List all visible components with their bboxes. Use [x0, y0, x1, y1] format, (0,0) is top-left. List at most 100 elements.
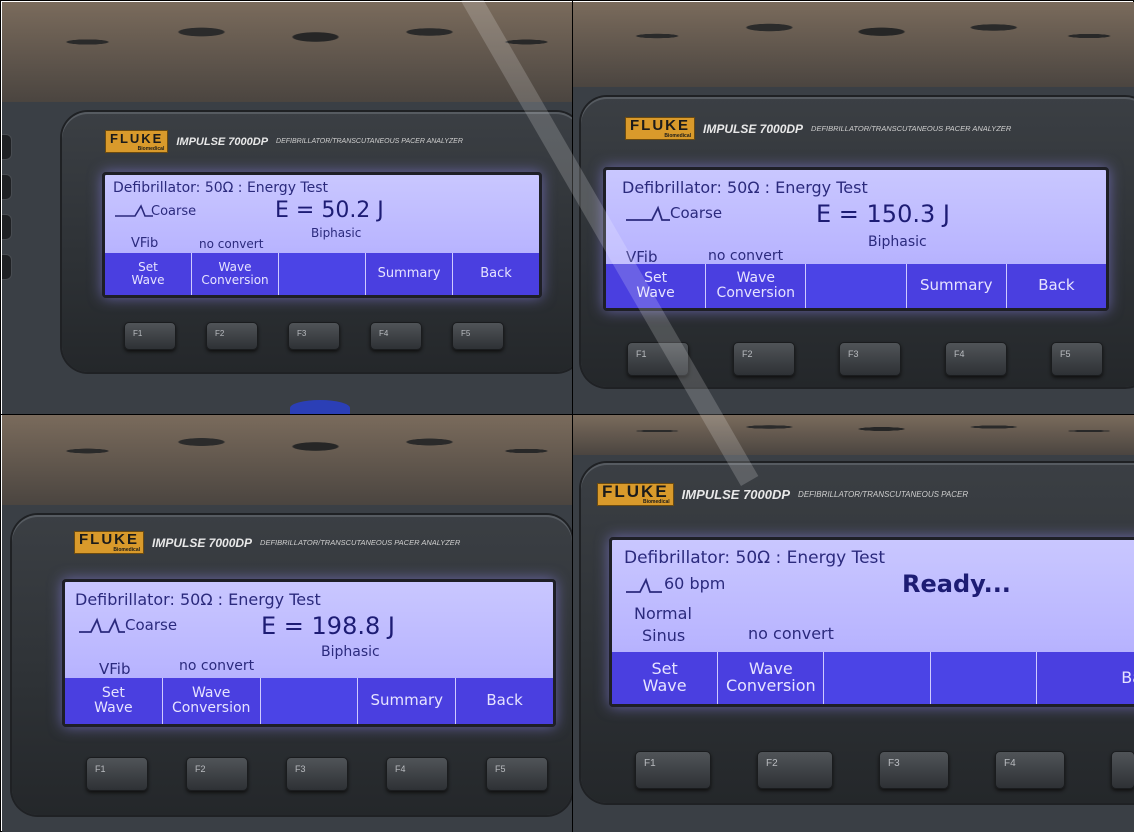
- grid-divider-vertical: [572, 1, 573, 832]
- fluke-logo: FLUKE Biomedical: [105, 130, 169, 153]
- brand-bar: FLUKE Biomedical IMPULSE 7000DP DEFIBRIL…: [597, 483, 968, 506]
- lcd-screen: Defibrillator: 50Ω : Energy Test Coarse …: [603, 167, 1109, 311]
- f3-key[interactable]: F3: [288, 322, 340, 350]
- photo-grid: FLUKE Biomedical IMPULSE 7000DP DEFIBRIL…: [0, 0, 1134, 832]
- f2-key[interactable]: F2: [757, 751, 833, 789]
- screen-header: Defibrillator: 50Ω : Energy Test: [622, 178, 868, 197]
- waveform-icon: [79, 617, 125, 633]
- model-description: DEFIBRILLATOR/TRANSCUTANEOUS PACER ANALY…: [276, 138, 463, 145]
- f3-key[interactable]: F3: [879, 751, 949, 789]
- softkey-back[interactable]: Back: [456, 678, 553, 724]
- softkey-wave-conversion[interactable]: Wave Conversion: [706, 264, 807, 308]
- softkey-set-wave[interactable]: Set Wave: [105, 253, 192, 295]
- wave-label: Coarse: [151, 204, 197, 219]
- model-name: IMPULSE 7000DP: [152, 535, 253, 550]
- model-description: DEFIBRILLATOR/TRANSCUTANEOUS PACER: [798, 490, 969, 499]
- conversion-status: no convert: [708, 248, 784, 264]
- softkey-set-wave[interactable]: Set Wave: [65, 678, 163, 724]
- f4-key[interactable]: F4: [370, 322, 422, 350]
- heart-rate: 60 bpm: [664, 574, 726, 593]
- softkey-blank-2[interactable]: [930, 652, 1037, 704]
- wave-type: VFib: [99, 660, 131, 678]
- softkey-bar: Set Wave Wave Conversion Summary Back: [105, 253, 539, 295]
- softkey-bar: Set Wave Wave Conversion Ba: [612, 652, 1134, 704]
- fluke-logo: FLUKE Biomedical: [74, 531, 144, 554]
- knob-row: [573, 2, 1134, 87]
- waveform-icon: [115, 204, 153, 217]
- model-name: IMPULSE 7000DP: [681, 487, 791, 502]
- softkey-back[interactable]: Back: [1006, 264, 1106, 308]
- wave-type-line2: Sinus: [642, 626, 686, 645]
- panel-bottom-right: FLUKE Biomedical IMPULSE 7000DP DEFIBRIL…: [573, 415, 1134, 832]
- brand-bar: FLUKE Biomedical IMPULSE 7000DP DEFIBRIL…: [625, 117, 1011, 140]
- f5-key[interactable]: F5: [452, 322, 504, 350]
- fluke-logo: FLUKE Biomedical: [597, 483, 674, 506]
- model-name: IMPULSE 7000DP: [703, 121, 804, 136]
- softkey-blank[interactable]: [806, 264, 907, 308]
- f3-key[interactable]: F3: [839, 342, 901, 376]
- f5-key[interactable]: F5: [486, 757, 548, 791]
- softkey-wave-conversion[interactable]: Wave Conversion: [162, 678, 261, 724]
- softkey-summary[interactable]: Summary: [906, 264, 1007, 308]
- softkey-blank[interactable]: [279, 253, 366, 295]
- blue-cable: [290, 400, 350, 414]
- f4-key[interactable]: F4: [945, 342, 1007, 376]
- wave-label: Coarse: [125, 616, 178, 634]
- conversion-status: no convert: [748, 624, 834, 643]
- f2-key[interactable]: F2: [206, 322, 258, 350]
- softkey-wave-conversion[interactable]: Wave Conversion: [718, 652, 825, 704]
- softkey-summary[interactable]: Summary: [358, 678, 457, 724]
- brand-bar: FLUKE Biomedical IMPULSE 7000DP DEFIBRIL…: [105, 130, 463, 153]
- f4-key[interactable]: F4: [995, 751, 1065, 789]
- grid-divider-horizontal: [1, 414, 1134, 415]
- f2-key[interactable]: F2: [733, 342, 795, 376]
- energy-reading: E = 150.3 J: [816, 200, 950, 228]
- conversion-status: no convert: [199, 237, 264, 251]
- lcd-screen: Defibrillator: 50Ω : Energy Test Coarse …: [62, 579, 556, 727]
- model-name: IMPULSE 7000DP: [176, 135, 269, 148]
- knob-row: [2, 415, 572, 505]
- fluke-logo: FLUKE Biomedical: [625, 117, 695, 140]
- softkey-back[interactable]: Back: [453, 253, 539, 295]
- softkey-blank-1[interactable]: [824, 652, 931, 704]
- screen-header: Defibrillator: 50Ω : Energy Test: [624, 548, 886, 568]
- function-keys: F1 F2 F3 F4 F5: [124, 322, 504, 350]
- wave-type: VFib: [131, 236, 159, 251]
- f1-key[interactable]: F1: [635, 751, 711, 789]
- waveform-icon: [626, 205, 670, 221]
- waveform-type: Biphasic: [311, 226, 362, 240]
- panel-top-left: FLUKE Biomedical IMPULSE 7000DP DEFIBRIL…: [2, 2, 572, 414]
- f5-key[interactable]: F5: [1051, 342, 1103, 376]
- function-keys: F1 F2 F3 F4: [635, 751, 1134, 789]
- wave-type-line1: Normal: [634, 604, 692, 623]
- panel-top-right: FLUKE Biomedical IMPULSE 7000DP DEFIBRIL…: [573, 2, 1134, 414]
- f1-key[interactable]: F1: [86, 757, 148, 791]
- softkey-summary[interactable]: Summary: [366, 253, 453, 295]
- softkey-bar: Set Wave Wave Conversion Summary Back: [65, 678, 553, 724]
- f5-key[interactable]: [1111, 751, 1134, 789]
- f4-key[interactable]: F4: [386, 757, 448, 791]
- softkey-wave-conversion[interactable]: Wave Conversion: [192, 253, 279, 295]
- wave-label: Coarse: [670, 204, 723, 222]
- function-keys: F1 F2 F3 F4 F5: [627, 342, 1103, 376]
- status-ready: Ready...: [902, 570, 1011, 598]
- f3-key[interactable]: F3: [286, 757, 348, 791]
- model-description: DEFIBRILLATOR/TRANSCUTANEOUS PACER ANALY…: [811, 124, 1012, 133]
- model-description: DEFIBRILLATOR/TRANSCUTANEOUS PACER ANALY…: [260, 538, 461, 547]
- panel-bottom-left: FLUKE Biomedical IMPULSE 7000DP DEFIBRIL…: [2, 415, 572, 832]
- f1-key[interactable]: F1: [627, 342, 689, 376]
- lcd-screen: Defibrillator: 50Ω : Energy Test Coarse …: [102, 172, 542, 298]
- screen-header: Defibrillator: 50Ω : Energy Test: [113, 180, 328, 196]
- screen-header: Defibrillator: 50Ω : Energy Test: [75, 590, 321, 609]
- softkey-back[interactable]: Ba: [1036, 652, 1134, 704]
- f2-key[interactable]: F2: [186, 757, 248, 791]
- side-buttons: [2, 134, 12, 280]
- f1-key[interactable]: F1: [124, 322, 176, 350]
- softkey-set-wave[interactable]: Set Wave: [612, 652, 719, 704]
- softkey-blank[interactable]: [260, 678, 359, 724]
- function-keys: F1 F2 F3 F4 F5: [86, 757, 548, 791]
- waveform-type: Biphasic: [321, 644, 380, 660]
- knob-row: [2, 2, 572, 102]
- softkey-set-wave[interactable]: Set Wave: [606, 264, 707, 308]
- waveform-icon: [626, 577, 662, 593]
